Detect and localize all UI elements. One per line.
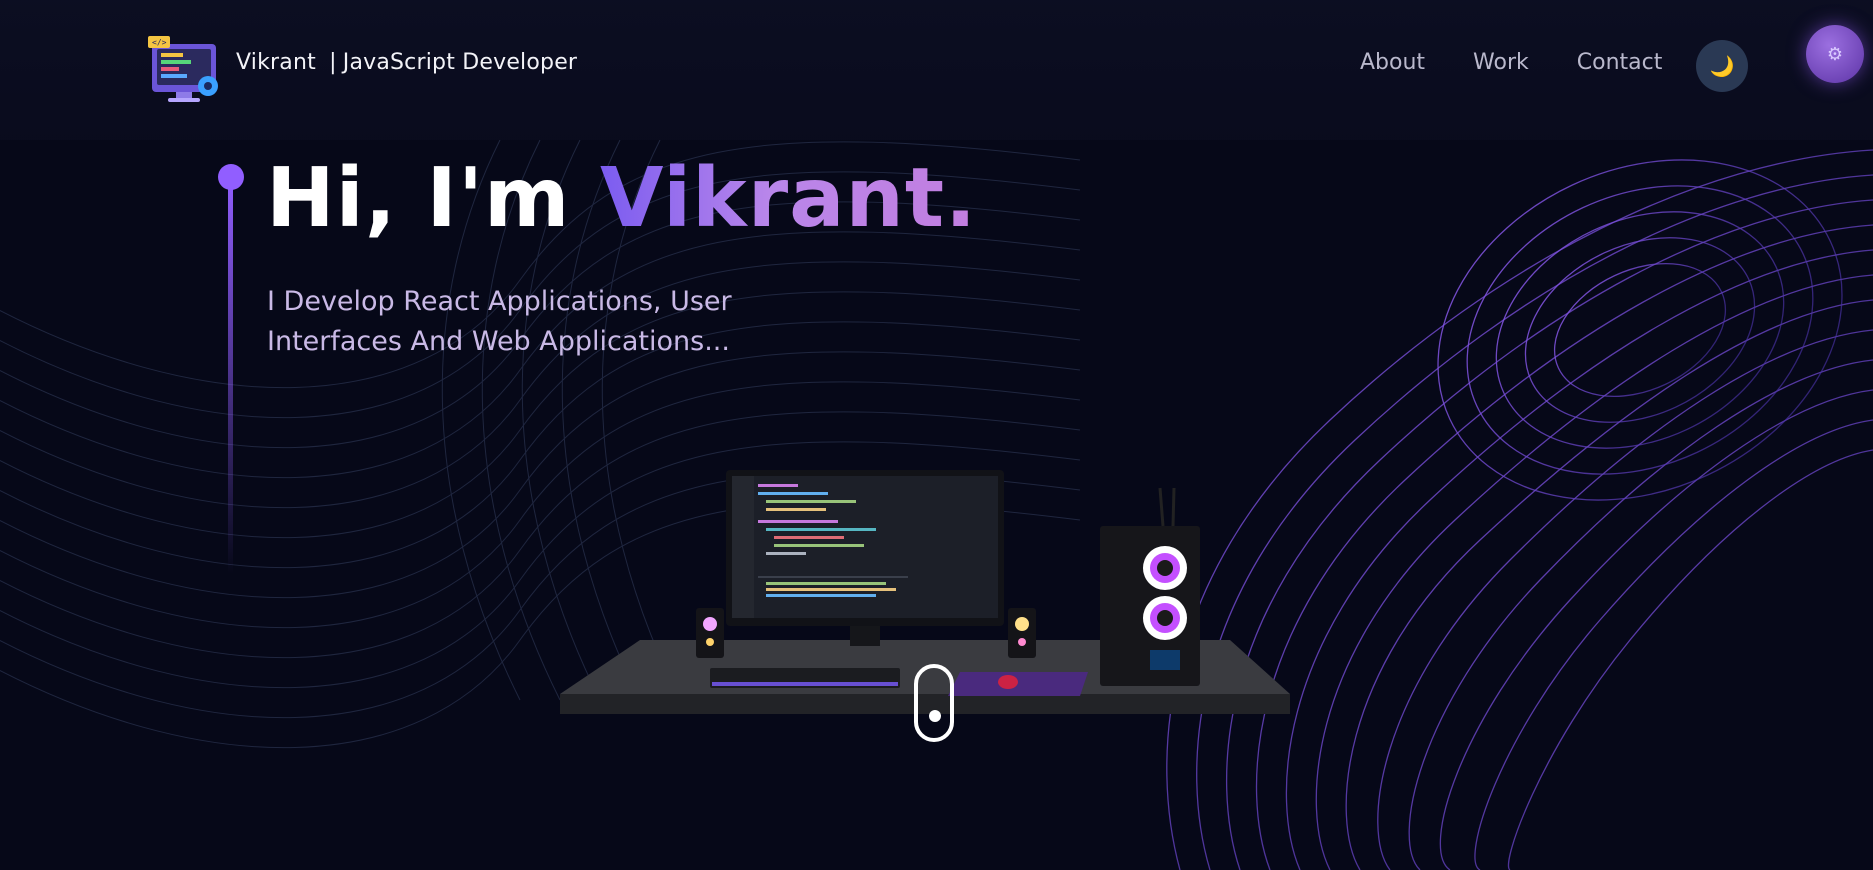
scroll-wheel-icon — [929, 710, 941, 722]
hero-greeting: Hi, I'm — [266, 151, 601, 246]
brand-name: Vikrant — [236, 50, 316, 75]
hero-subtitle: I Develop React Applications, User Inter… — [267, 282, 767, 362]
scroll-down-indicator[interactable] — [914, 664, 954, 742]
gear-icon: ⚙ — [1826, 43, 1844, 64]
theme-toggle-button[interactable]: 🌙 — [1696, 40, 1748, 92]
brand-title[interactable]: Vikrant | JavaScript Developer — [236, 50, 577, 75]
timeline-line — [228, 178, 233, 574]
svg-text:</>: </> — [152, 38, 167, 47]
hero-heading: Hi, I'm Vikrant. — [266, 158, 977, 240]
hero-subtitle-line-2: Interfaces And Web Applications... — [267, 326, 730, 357]
settings-button[interactable]: ⚙ — [1806, 25, 1864, 83]
hero-name: Vikrant. — [600, 151, 978, 246]
hero-subtitle-line-1: I Develop React Applications, User — [267, 286, 732, 317]
nav-link-contact[interactable]: Contact — [1577, 50, 1663, 75]
nav-link-about[interactable]: About — [1360, 50, 1425, 75]
brand-role: JavaScript Developer — [342, 50, 578, 75]
navbar: </> Vikrant | JavaScript Developer About … — [0, 0, 1873, 140]
nav-link-work[interactable]: Work — [1473, 50, 1529, 75]
nav-links: About Work Contact — [1360, 50, 1662, 75]
developer-monitor-icon[interactable]: </> — [146, 34, 226, 106]
brand-separator: | — [329, 50, 337, 75]
moon-icon: 🌙 — [1709, 55, 1735, 78]
hero-timeline-decoration — [216, 164, 246, 574]
